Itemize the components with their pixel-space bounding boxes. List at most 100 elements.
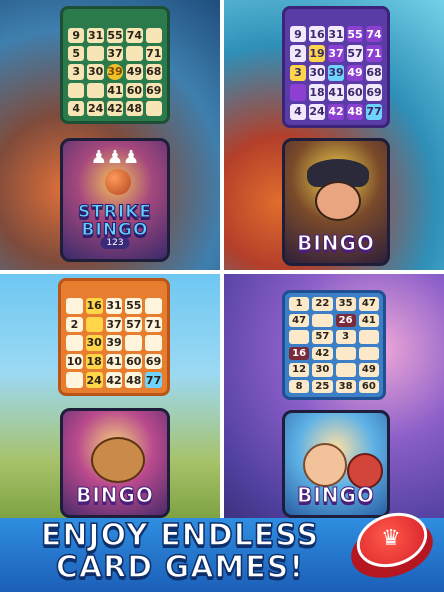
bingo-cell[interactable]: 60 xyxy=(347,84,363,101)
bingo-cell[interactable]: 4 xyxy=(290,103,306,120)
bingo-cell[interactable]: 49 xyxy=(358,363,379,377)
bingo-cell[interactable]: 39 xyxy=(105,335,123,351)
bingo-cell[interactable]: 3 xyxy=(335,330,356,344)
bingo-cell[interactable]: 2 xyxy=(290,45,306,62)
bingo-cell[interactable]: 25 xyxy=(312,379,333,393)
bingo-cell[interactable] xyxy=(145,298,162,314)
bingo-cell[interactable] xyxy=(335,363,356,377)
bingo-cell[interactable]: 71 xyxy=(366,45,382,62)
bingo-card-purple[interactable]: 9 16 31 55 74 2 19 37 57 71 3 30 39 49 68 18 41 60 69 4 24 42… xyxy=(282,6,390,128)
bingo-cell[interactable]: 24 xyxy=(87,100,104,116)
bingo-cell[interactable]: 41 xyxy=(358,313,379,327)
bingo-cell[interactable]: 16 xyxy=(85,298,103,314)
bingo-cell[interactable]: 19 xyxy=(309,45,325,62)
bingo-cell[interactable]: 30 xyxy=(85,335,103,351)
bingo-cell[interactable]: 31 xyxy=(328,26,344,43)
bingo-cell[interactable]: 4 xyxy=(68,100,85,116)
bingo-cell[interactable] xyxy=(145,28,162,44)
bingo-cell[interactable]: 37 xyxy=(106,46,124,62)
bingo-cell[interactable]: 55 xyxy=(106,28,124,44)
bingo-cell[interactable]: 60 xyxy=(125,353,143,370)
bingo-cell[interactable]: 77 xyxy=(145,372,162,388)
bingo-cell[interactable]: 38 xyxy=(335,379,356,393)
bingo-cell[interactable]: 31 xyxy=(87,28,104,44)
bingo-cell[interactable]: 2 xyxy=(66,316,83,333)
bingo-cell[interactable] xyxy=(289,330,310,344)
bingo-cell[interactable]: 22 xyxy=(312,297,333,311)
bingo-cell[interactable]: 16 xyxy=(309,26,325,43)
bingo-cell[interactable]: 8 xyxy=(289,379,310,393)
bingo-card-green[interactable]: 9 31 55 74 5 37 71 3 30 39 49 68 41 60 69 4 24 42 48 xyxy=(60,6,170,124)
bingo-cell[interactable]: 68 xyxy=(145,64,162,80)
bingo-cell[interactable]: 71 xyxy=(145,46,162,62)
bingo-cell[interactable]: 42 xyxy=(312,346,333,360)
bingo-cell[interactable]: 57 xyxy=(312,330,333,344)
bingo-cell[interactable]: 41 xyxy=(106,82,124,98)
bingo-cell[interactable]: 3 xyxy=(68,64,85,80)
bingo-cell[interactable]: 55 xyxy=(347,26,363,43)
bingo-cell[interactable] xyxy=(358,346,379,360)
bingo-cell[interactable]: 30 xyxy=(87,64,104,80)
bingo-cell[interactable]: 26 xyxy=(335,313,356,327)
bingo-cell[interactable]: 1 xyxy=(289,297,310,311)
bingo-cell[interactable]: 39 xyxy=(106,64,124,80)
bingo-cell[interactable]: 48 xyxy=(126,100,143,116)
bingo-cell[interactable]: 69 xyxy=(145,82,162,98)
bingo-cell[interactable] xyxy=(87,46,104,62)
bingo-cell[interactable] xyxy=(145,100,162,116)
bingo-cell[interactable]: 69 xyxy=(145,353,162,370)
bingo-cell[interactable]: 9 xyxy=(68,28,85,44)
bingo-cell[interactable]: 5 xyxy=(68,46,85,62)
bingo-card-blue[interactable]: 1 22 35 47 47 26 41 57 3 16 42 12 30 49 8 25 38 60 xyxy=(282,290,386,400)
cupid-bingo-artwork[interactable]: BINGO xyxy=(282,410,390,518)
bingo-cell[interactable]: 69 xyxy=(366,84,382,101)
bingo-cell[interactable]: 49 xyxy=(347,64,363,82)
bingo-cell[interactable]: 24 xyxy=(85,372,103,388)
bingo-cell[interactable]: 48 xyxy=(125,372,143,388)
bingo-cell[interactable]: 47 xyxy=(289,313,310,327)
bear-bingo-artwork[interactable]: BINGO xyxy=(60,408,170,518)
bingo-cell[interactable]: 12 xyxy=(289,363,310,377)
bingo-cell[interactable]: 39 xyxy=(328,64,344,82)
bingo-cell[interactable]: 48 xyxy=(347,103,363,120)
bingo-cell[interactable]: 42 xyxy=(328,103,344,120)
bingo-cell[interactable]: 16 xyxy=(289,346,310,360)
bingo-cell[interactable]: 10 xyxy=(66,353,83,370)
bingo-cell[interactable] xyxy=(335,346,356,360)
bingo-cell[interactable]: 60 xyxy=(358,379,379,393)
bingo-cell[interactable]: 30 xyxy=(309,64,325,82)
strike-bingo-artwork[interactable]: ♟♟♟ STRIKE BINGO 123 xyxy=(60,138,170,262)
chef-bingo-artwork[interactable]: BINGO xyxy=(282,138,390,266)
bingo-cell[interactable]: 41 xyxy=(328,84,344,101)
bingo-cell[interactable]: 71 xyxy=(145,316,162,333)
bingo-cell[interactable]: 55 xyxy=(125,298,143,314)
bingo-cell[interactable]: 60 xyxy=(126,82,143,98)
bingo-cell[interactable]: 77 xyxy=(366,103,382,120)
bingo-cell[interactable] xyxy=(290,84,306,101)
bingo-cell[interactable]: 57 xyxy=(125,316,143,333)
bingo-cell[interactable]: 24 xyxy=(309,103,325,120)
bingo-cell[interactable] xyxy=(312,313,333,327)
bingo-cell[interactable]: 18 xyxy=(85,353,103,370)
bingo-cell[interactable]: 49 xyxy=(126,64,143,80)
bingo-cell[interactable]: 74 xyxy=(366,26,382,43)
bingo-cell[interactable]: 9 xyxy=(290,26,306,43)
bingo-cell[interactable]: 37 xyxy=(328,45,344,62)
bingo-cell[interactable]: 42 xyxy=(106,100,124,116)
bingo-cell[interactable]: 3 xyxy=(290,64,306,82)
bingo-cell[interactable]: 68 xyxy=(366,64,382,82)
bingo-cell[interactable]: 41 xyxy=(105,353,123,370)
bingo-cell[interactable] xyxy=(68,82,85,98)
bingo-cell[interactable]: 30 xyxy=(312,363,333,377)
bingo-cell[interactable]: 35 xyxy=(335,297,356,311)
bingo-cell[interactable]: 57 xyxy=(347,45,363,62)
bingo-cell[interactable]: 37 xyxy=(105,316,123,333)
bingo-card-orange[interactable]: 16 31 55 2 37 57 71 30 39 10 18 41 60 69 24 42 48 77 xyxy=(58,278,170,396)
bingo-cell[interactable]: 42 xyxy=(105,372,123,388)
bingo-cell[interactable]: 31 xyxy=(105,298,123,314)
bingo-cell[interactable] xyxy=(126,46,143,62)
bingo-cell[interactable] xyxy=(66,335,83,351)
bingo-cell[interactable] xyxy=(145,335,162,351)
bingo-cell[interactable]: 47 xyxy=(358,297,379,311)
bingo-cell[interactable] xyxy=(66,372,83,388)
